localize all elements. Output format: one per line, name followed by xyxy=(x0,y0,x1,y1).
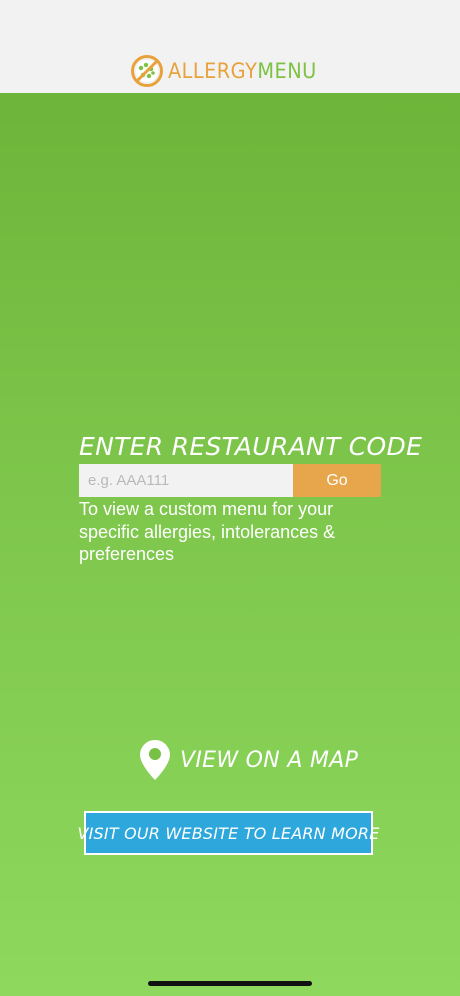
restaurant-code-title: ENTER RESTAURANT CODE xyxy=(79,432,423,461)
visit-website-button[interactable]: VISIT OUR WEBSITE TO LEARN MORE xyxy=(77,811,379,855)
restaurant-code-description: To view a custom menu for your specific … xyxy=(79,499,336,564)
allergy-menu-logo-icon xyxy=(131,55,164,87)
view-on-map-label: VIEW ON A MAP xyxy=(180,747,359,773)
header: ALLERGYMENU xyxy=(0,0,460,93)
restaurant-code-form: Go xyxy=(79,464,381,497)
view-on-map-link[interactable]: VIEW ON A MAP xyxy=(138,738,358,782)
app-logo: ALLERGYMENU xyxy=(0,54,460,88)
app-screen: ALLERGYMENU ENTER RESTAURANT CODE Go To … xyxy=(0,0,460,996)
logo-text-menu: MENU xyxy=(257,59,317,83)
logo-text-allergy: ALLERGY xyxy=(168,59,258,83)
map-pin-icon xyxy=(140,740,170,780)
logo-text: ALLERGYMENU xyxy=(168,54,317,88)
main-panel: ENTER RESTAURANT CODE Go To view a custo… xyxy=(0,93,460,996)
home-indicator[interactable] xyxy=(148,981,312,986)
restaurant-code-input[interactable] xyxy=(79,464,293,497)
go-button[interactable]: Go xyxy=(293,464,381,497)
